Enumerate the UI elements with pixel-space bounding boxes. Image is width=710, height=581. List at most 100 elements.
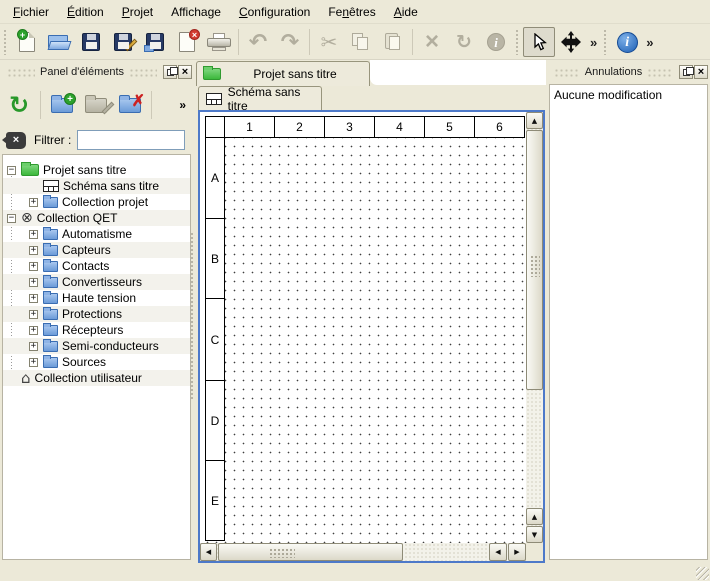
undo-panel-header: Annulations × bbox=[549, 62, 708, 82]
menu-projet[interactable]: Projet bbox=[113, 1, 162, 23]
scrollbar-corner bbox=[526, 543, 543, 561]
tree-item-collection-utilisateur[interactable]: ⌂Collection utilisateur bbox=[3, 370, 190, 386]
row-header: C bbox=[206, 299, 225, 381]
tree-item-capteurs[interactable]: +Capteurs bbox=[3, 242, 190, 258]
float-panel-button[interactable] bbox=[679, 65, 693, 79]
expand-icon[interactable]: + bbox=[29, 198, 38, 207]
vertical-scrollbar[interactable]: ▲ ▲ ▼ bbox=[526, 112, 543, 543]
undo-history-list[interactable]: Aucune modification bbox=[549, 84, 708, 560]
tab-project[interactable]: Projet sans titre bbox=[196, 61, 370, 86]
tree-item-sources[interactable]: +Sources bbox=[3, 354, 190, 370]
collapse-icon[interactable]: − bbox=[7, 214, 16, 223]
rotate-button[interactable]: ↻ bbox=[448, 27, 480, 57]
open-file-button[interactable] bbox=[43, 27, 75, 57]
save-as-button[interactable] bbox=[107, 27, 139, 57]
tree-item-haute-tension[interactable]: +Haute tension bbox=[3, 290, 190, 306]
menu-affichage[interactable]: Affichage bbox=[162, 1, 230, 23]
close-panel-button[interactable]: × bbox=[694, 65, 708, 79]
scroll-up-button[interactable]: ▲ bbox=[526, 508, 543, 525]
expand-icon[interactable]: + bbox=[29, 310, 38, 319]
tree-item-project[interactable]: −Projet sans titre bbox=[3, 162, 190, 178]
toolbar-drag-handle[interactable] bbox=[603, 29, 608, 55]
tabbar-empty-area bbox=[370, 60, 546, 85]
tree-item-contacts[interactable]: +Contacts bbox=[3, 258, 190, 274]
schema-grid-headers: 1 2 3 4 5 6 bbox=[205, 116, 525, 138]
menu-aide[interactable]: Aide bbox=[385, 1, 427, 23]
expand-icon[interactable]: + bbox=[29, 262, 38, 271]
menu-fenetres[interactable]: Fenêtres bbox=[319, 1, 384, 23]
delete-category-button[interactable]: ✗ bbox=[113, 88, 147, 122]
expand-icon[interactable]: + bbox=[29, 342, 38, 351]
copy-button[interactable] bbox=[345, 27, 377, 57]
undo-panel-title: Annulations bbox=[585, 66, 643, 78]
about-button[interactable]: i bbox=[611, 27, 643, 57]
project-icon bbox=[203, 68, 221, 80]
project-icon bbox=[21, 164, 39, 176]
folder-icon bbox=[43, 245, 58, 256]
expand-icon[interactable]: + bbox=[29, 230, 38, 239]
new-folder-icon: + bbox=[51, 98, 73, 113]
reload-collections-button[interactable]: ↻ bbox=[2, 88, 36, 122]
open-folder-icon bbox=[48, 35, 70, 50]
schema-icon bbox=[206, 93, 222, 105]
tree-item-protections[interactable]: +Protections bbox=[3, 306, 190, 322]
pan-mode-button[interactable] bbox=[555, 27, 587, 57]
tree-item-collection-projet[interactable]: +Collection projet bbox=[3, 194, 190, 210]
tree-item-schema[interactable]: Schéma sans titre bbox=[3, 178, 190, 194]
toolbar-drag-handle[interactable] bbox=[515, 29, 520, 55]
new-category-button[interactable]: + bbox=[45, 88, 79, 122]
filter-row: × Filtrer : bbox=[2, 128, 192, 152]
print-button[interactable] bbox=[203, 27, 235, 57]
tree-item-automatisme[interactable]: +Automatisme bbox=[3, 226, 190, 242]
float-panel-button[interactable] bbox=[163, 65, 177, 79]
cut-button[interactable]: ✂ bbox=[313, 27, 345, 57]
scroll-left-button[interactable]: ◀ bbox=[200, 543, 217, 561]
window-resize-grip[interactable] bbox=[696, 567, 709, 580]
close-file-button[interactable]: × bbox=[171, 27, 203, 57]
element-info-button[interactable]: i bbox=[480, 27, 512, 57]
horizontal-scrollbar[interactable]: ◀ ◀ ▶ bbox=[200, 543, 526, 561]
menu-fichier[interactable]: Fichier bbox=[4, 1, 58, 23]
vertical-scrollbar-thumb[interactable] bbox=[526, 130, 543, 390]
selection-mode-button[interactable] bbox=[523, 27, 555, 57]
redo-button[interactable]: ↷ bbox=[274, 27, 306, 57]
save-button[interactable] bbox=[75, 27, 107, 57]
folder-icon bbox=[43, 325, 58, 336]
panel-overflow-chevron[interactable]: » bbox=[179, 98, 186, 112]
scroll-down-button[interactable]: ▼ bbox=[526, 526, 543, 543]
close-panel-button[interactable]: × bbox=[178, 65, 192, 79]
expand-icon[interactable]: + bbox=[29, 278, 38, 287]
menu-configuration[interactable]: Configuration bbox=[230, 1, 319, 23]
column-header: 4 bbox=[375, 117, 425, 138]
panel-splitter[interactable] bbox=[190, 232, 195, 400]
new-file-button[interactable]: + bbox=[11, 27, 43, 57]
menu-edition[interactable]: Édition bbox=[58, 1, 113, 23]
tree-item-collection-qet[interactable]: −⊗Collection QET bbox=[3, 210, 190, 226]
expand-icon[interactable]: + bbox=[29, 294, 38, 303]
expand-icon[interactable]: + bbox=[29, 358, 38, 367]
qet-collection-icon: ⊗ bbox=[21, 212, 33, 225]
paste-button[interactable] bbox=[377, 27, 409, 57]
tree-item-semi-conducteurs[interactable]: +Semi-conducteurs bbox=[3, 338, 190, 354]
tab-schema[interactable]: Schéma sans titre bbox=[198, 86, 322, 110]
tree-item-recepteurs[interactable]: +Récepteurs bbox=[3, 322, 190, 338]
scroll-right-button[interactable]: ▶ bbox=[508, 543, 526, 561]
filter-input[interactable] bbox=[77, 130, 185, 150]
toolbar-drag-handle[interactable] bbox=[3, 29, 8, 55]
delete-button[interactable]: × bbox=[416, 27, 448, 57]
tree-item-convertisseurs[interactable]: +Convertisseurs bbox=[3, 274, 190, 290]
horizontal-scrollbar-thumb[interactable] bbox=[218, 543, 403, 561]
toolbar-overflow-chevron[interactable]: » bbox=[643, 35, 656, 50]
toolbar-overflow-chevron[interactable]: » bbox=[587, 35, 600, 50]
scroll-up-button[interactable]: ▲ bbox=[526, 112, 543, 129]
expand-icon[interactable]: + bbox=[29, 326, 38, 335]
edit-category-button[interactable] bbox=[79, 88, 113, 122]
undo-button[interactable]: ↶ bbox=[242, 27, 274, 57]
clear-filter-button[interactable]: × bbox=[6, 132, 26, 149]
scroll-left-button[interactable]: ◀ bbox=[489, 543, 507, 561]
collapse-icon[interactable]: − bbox=[7, 166, 16, 175]
schema-canvas[interactable]: 1 2 3 4 5 6 A B C D E bbox=[200, 112, 526, 543]
close-icon: × bbox=[698, 67, 704, 77]
expand-icon[interactable]: + bbox=[29, 246, 38, 255]
save-all-button[interactable] bbox=[139, 27, 171, 57]
